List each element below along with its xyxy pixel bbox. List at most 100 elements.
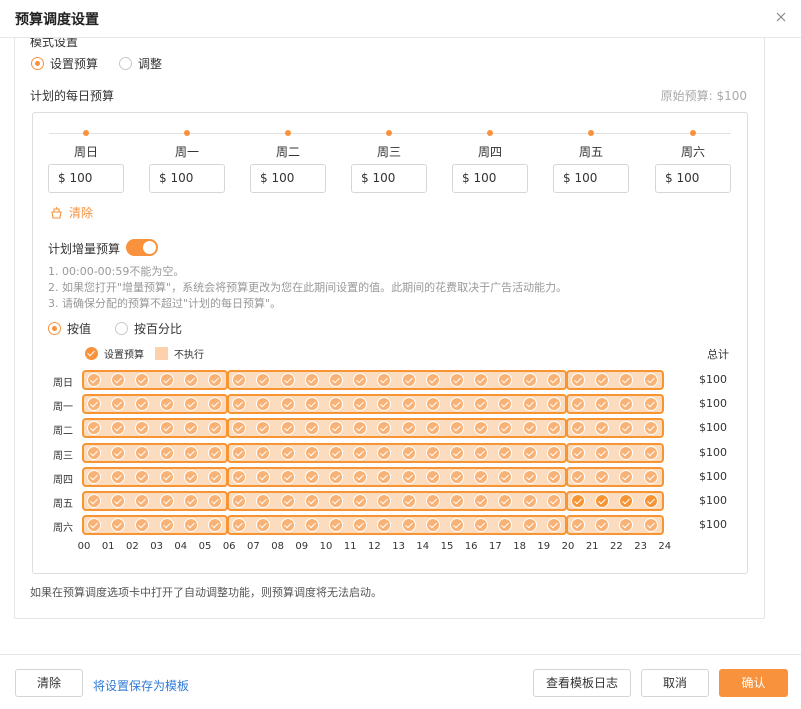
schedule-cell[interactable] [280, 494, 295, 508]
schedule-cell[interactable] [450, 469, 464, 484]
schedule-cell[interactable] [304, 397, 319, 412]
schedule-cell[interactable] [571, 494, 585, 508]
schedule-cell[interactable] [304, 494, 319, 508]
schedule-cell[interactable] [87, 445, 101, 460]
schedule-cell[interactable] [401, 494, 416, 508]
schedule-cell[interactable] [425, 518, 440, 533]
schedule-cell[interactable] [546, 494, 561, 508]
schedule-cell[interactable] [546, 469, 561, 484]
schedule-cell[interactable] [522, 494, 537, 508]
schedule-cell[interactable] [571, 469, 585, 484]
schedule-segment[interactable] [82, 466, 229, 487]
schedule-cell[interactable] [183, 469, 198, 484]
schedule-cell[interactable] [425, 397, 440, 412]
schedule-cell[interactable] [304, 469, 319, 484]
schedule-cell[interactable] [643, 469, 658, 484]
schedule-segment[interactable] [82, 515, 229, 536]
schedule-cell[interactable] [280, 373, 295, 387]
clear-days-button[interactable]: 清除 [50, 204, 93, 221]
schedule-cell[interactable] [522, 518, 537, 533]
schedule-cell[interactable] [595, 445, 610, 460]
save-as-template-link[interactable]: 将设置保存为模板 [93, 677, 189, 694]
schedule-cell[interactable] [304, 518, 319, 533]
schedule-cell[interactable] [546, 445, 561, 460]
schedule-cell[interactable] [522, 445, 537, 460]
day-budget-input[interactable]: $ 100 [553, 164, 629, 193]
schedule-cell[interactable] [208, 469, 222, 484]
schedule-cell[interactable] [643, 445, 658, 460]
schedule-cell[interactable] [304, 373, 319, 387]
schedule-cell[interactable] [401, 445, 416, 460]
schedule-cell[interactable] [87, 469, 101, 484]
day-budget-input[interactable]: $ 100 [250, 164, 326, 193]
radio-by-percent[interactable]: 按百分比 [115, 320, 182, 337]
schedule-cell[interactable] [595, 469, 610, 484]
schedule-segment[interactable] [82, 370, 229, 390]
day-budget-input[interactable]: $ 100 [452, 164, 528, 193]
day-budget-input[interactable]: $ 100 [655, 164, 731, 193]
schedule-cell[interactable] [159, 445, 174, 460]
cancel-button[interactable]: 取消 [641, 669, 709, 697]
schedule-cell[interactable] [643, 421, 658, 436]
schedule-cell[interactable] [643, 494, 658, 508]
radio-set-budget[interactable]: 设置预算 [31, 55, 98, 72]
schedule-cell[interactable] [377, 445, 392, 460]
schedule-cell[interactable] [643, 373, 658, 387]
schedule-cell[interactable] [280, 421, 295, 436]
schedule-cell[interactable] [450, 445, 464, 460]
schedule-cell[interactable] [280, 397, 295, 412]
schedule-cell[interactable] [87, 494, 101, 508]
schedule-cell[interactable] [425, 494, 440, 508]
schedule-cell[interactable] [619, 445, 634, 460]
radio-adjust[interactable]: 调整 [119, 55, 162, 72]
schedule-cell[interactable] [522, 397, 537, 412]
schedule-cell[interactable] [401, 397, 416, 412]
schedule-cell[interactable] [643, 397, 658, 412]
schedule-cell[interactable] [208, 494, 222, 508]
schedule-cell[interactable] [329, 373, 343, 387]
schedule-cell[interactable] [643, 518, 658, 533]
schedule-cell[interactable] [329, 469, 343, 484]
schedule-cell[interactable] [571, 373, 585, 387]
clear-button[interactable]: 清除 [15, 669, 83, 697]
schedule-cell[interactable] [329, 494, 343, 508]
schedule-cell[interactable] [159, 397, 174, 412]
schedule-cell[interactable] [522, 469, 537, 484]
schedule-cell[interactable] [280, 469, 295, 484]
modal-body[interactable]: 模式设置 设置预算 调整 计划的每日预算 原始预算: $100 周日 $ 100 周… [0, 38, 801, 650]
schedule-cell[interactable] [450, 373, 464, 387]
close-icon[interactable] [771, 7, 791, 27]
schedule-segment[interactable] [82, 491, 229, 511]
schedule-cell[interactable] [159, 469, 174, 484]
schedule-cell[interactable] [159, 518, 174, 533]
confirm-button[interactable]: 确认 [719, 669, 788, 697]
schedule-cell[interactable] [304, 445, 319, 460]
schedule-cell[interactable] [183, 494, 198, 508]
schedule-cell[interactable] [425, 469, 440, 484]
day-budget-input[interactable]: $ 100 [48, 164, 124, 193]
day-budget-input[interactable]: $ 100 [351, 164, 427, 193]
schedule-cell[interactable] [571, 445, 585, 460]
schedule-cell[interactable] [208, 445, 222, 460]
schedule-cell[interactable] [232, 469, 247, 484]
schedule-cell[interactable] [401, 518, 416, 533]
schedule-cell[interactable] [159, 494, 174, 508]
incremental-toggle[interactable] [126, 239, 158, 256]
schedule-cell[interactable] [401, 421, 416, 436]
day-budget-input[interactable]: $ 100 [149, 164, 225, 193]
schedule-cell[interactable] [546, 397, 561, 412]
schedule-cell[interactable] [183, 445, 198, 460]
schedule-cell[interactable] [474, 445, 489, 460]
schedule-cell[interactable] [329, 445, 343, 460]
schedule-segment[interactable] [227, 442, 567, 463]
schedule-segment[interactable] [227, 491, 567, 511]
schedule-cell[interactable] [425, 445, 440, 460]
schedule-segment[interactable] [82, 394, 229, 415]
schedule-segment[interactable] [227, 515, 567, 536]
schedule-cell[interactable] [87, 373, 101, 387]
radio-by-value[interactable]: 按值 [48, 320, 91, 337]
schedule-cell[interactable] [256, 445, 271, 460]
schedule-cell[interactable] [546, 518, 561, 533]
schedule-cell[interactable] [208, 373, 222, 387]
schedule-cell[interactable] [159, 421, 174, 436]
